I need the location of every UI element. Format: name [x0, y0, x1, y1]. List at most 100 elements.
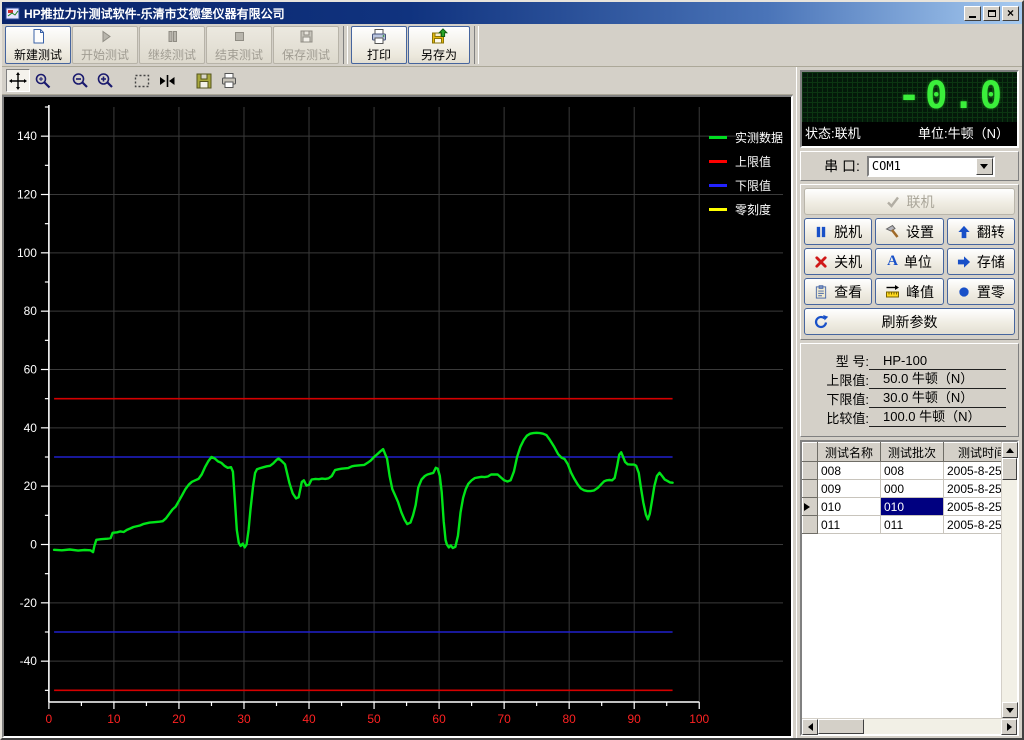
table-cell[interactable]: 2005-8-25 下午: [943, 461, 1001, 480]
vertical-scroll-thumb[interactable]: [1002, 458, 1017, 480]
close-icon: ×: [1006, 6, 1014, 20]
scroll-left-button[interactable]: [802, 719, 818, 735]
chart-area[interactable]: 140 120 100 80 60 40 20 0 -20 -40 0 10 20 30 40 50 60 70 8…: [2, 95, 793, 738]
save-test-label: 保存测试: [281, 47, 330, 62]
table-cell[interactable]: 010: [880, 497, 944, 516]
measured-data-series: [52, 431, 674, 554]
scroll-right-button[interactable]: [1001, 719, 1017, 735]
print-button[interactable]: 打印: [351, 26, 407, 64]
select-region-tool-button[interactable]: [130, 69, 154, 92]
col-test-batch[interactable]: 测试批次: [880, 442, 944, 462]
horizontal-scroll-thumb[interactable]: [818, 719, 864, 734]
zero-label: 置零: [976, 283, 1005, 300]
settings-button[interactable]: 设置: [875, 218, 944, 245]
view-button[interactable]: 查看: [804, 278, 873, 305]
y-axis-label: 140: [17, 129, 37, 143]
legend-item: 下限值: [708, 173, 783, 197]
table-cell[interactable]: 011: [817, 515, 881, 534]
zoom-out-icon: [72, 72, 88, 88]
end-test-button[interactable]: 结束测试: [206, 26, 272, 64]
table-cell[interactable]: 2005-8-25 下午: [943, 497, 1001, 516]
flip-button[interactable]: 翻转: [946, 218, 1015, 245]
y-axis-label: 40: [24, 421, 38, 435]
zoom-cursor-tool-button[interactable]: [31, 69, 55, 92]
col-test-time[interactable]: 测试时间: [943, 442, 1001, 462]
scroll-up-button[interactable]: [1002, 442, 1018, 458]
app-window: HP推拉力计测试软件-乐清市艾德堡仪器有限公司 × 新建测试 开始测试 继续测试…: [0, 0, 1024, 740]
start-test-button[interactable]: 开始测试: [72, 26, 138, 64]
window-title: HP推拉力计测试软件-乐清市艾德堡仪器有限公司: [24, 6, 285, 21]
refresh-params-button[interactable]: 刷新参数: [804, 308, 1015, 335]
new-test-button[interactable]: 新建测试: [5, 26, 71, 64]
restore-button[interactable]: [983, 5, 1000, 21]
close-button[interactable]: ×: [1002, 5, 1019, 21]
combo-dropdown-button[interactable]: [975, 157, 993, 175]
table-cell[interactable]: 010: [817, 497, 881, 516]
store-button[interactable]: 存储: [946, 248, 1015, 275]
zoom-out-tool-button[interactable]: [68, 69, 92, 92]
vertical-scrollbar[interactable]: [1001, 442, 1018, 718]
legend-label: 实测数据: [734, 130, 783, 145]
offline-label: 脱机: [834, 223, 863, 240]
table-cell[interactable]: 011: [880, 515, 944, 534]
connect-button[interactable]: 联机: [804, 188, 1015, 215]
serial-port-group: 串 口: COM1: [800, 151, 1019, 181]
print-chart-button[interactable]: [217, 69, 241, 92]
records-grid[interactable]: 测试名称 测试批次 测试时间 0080082005-8-25 下午0090002…: [802, 442, 1001, 534]
peak-button[interactable]: 峰值: [875, 278, 944, 305]
y-axis-label: 20: [24, 479, 38, 493]
table-cell[interactable]: 2005-8-25 下午: [943, 515, 1001, 534]
led-status-bar: 状态:联机 单位:牛顿（N）: [802, 122, 1017, 146]
save-test-button[interactable]: 保存测试: [273, 26, 339, 64]
serial-port-select[interactable]: COM1: [866, 155, 995, 177]
chevron-down-icon: [980, 163, 989, 169]
serial-port-label: 串 口:: [824, 158, 860, 174]
table-row[interactable]: 0110112005-8-25 下午: [802, 515, 1001, 534]
save-chart-button[interactable]: [192, 69, 216, 92]
minimize-button[interactable]: [964, 5, 981, 21]
led-display-box: -0.0 状态:联机 单位:牛顿（N）: [800, 70, 1019, 148]
y-axis-label: -20: [20, 596, 38, 610]
unit-button[interactable]: A 单位: [875, 248, 944, 275]
select-region-icon: [134, 74, 150, 87]
peak-label: 峰值: [905, 283, 934, 300]
fit-width-tool-button[interactable]: [155, 69, 179, 92]
check-icon: [886, 196, 899, 208]
lower-limit-value: 30.0 牛顿（N）: [869, 387, 1006, 408]
chart-svg: 140 120 100 80 60 40 20 0 -20 -40 0 10 20 30 40 50 60 70 8…: [17, 105, 784, 726]
y-axis-label: 120: [17, 187, 37, 201]
table-cell[interactable]: 2005-8-25 下午: [943, 479, 1001, 498]
end-test-label: 结束测试: [214, 47, 263, 62]
legend-swatch: [708, 183, 727, 187]
vertical-scroll-track[interactable]: [1002, 480, 1017, 702]
shutdown-button[interactable]: 关机: [804, 248, 873, 275]
store-label: 存储: [976, 253, 1005, 270]
legend-swatch: [708, 135, 727, 139]
col-test-name[interactable]: 测试名称: [817, 442, 881, 462]
table-row[interactable]: 0080082005-8-25 下午: [802, 461, 1001, 480]
continue-test-button[interactable]: 继续测试: [139, 26, 205, 64]
move-tool-button[interactable]: [6, 69, 30, 92]
new-test-label: 新建测试: [13, 47, 62, 62]
table-cell[interactable]: 000: [880, 479, 944, 498]
x-axis-label: 60: [432, 712, 446, 726]
horizontal-scroll-track[interactable]: [864, 719, 1001, 734]
save-as-button[interactable]: 另存为: [408, 26, 470, 64]
scroll-down-button[interactable]: [1002, 702, 1018, 718]
legend-item: 实测数据: [708, 125, 783, 149]
table-header-row: 测试名称 测试批次 测试时间: [802, 442, 1001, 462]
save-as-icon: [432, 27, 448, 43]
table-row[interactable]: 0100102005-8-25 下午: [802, 497, 1001, 516]
horizontal-scrollbar[interactable]: [802, 718, 1017, 735]
zoom-in-tool-button[interactable]: [93, 69, 117, 92]
zero-button[interactable]: 置零: [946, 278, 1015, 305]
ruler-icon: [885, 285, 899, 298]
table-cell[interactable]: 008: [817, 461, 881, 480]
table-clip: 测试名称 测试批次 测试时间 0080082005-8-25 下午0090002…: [802, 442, 1001, 718]
table-cell[interactable]: 009: [817, 479, 881, 498]
test-table-body: 0080082005-8-25 下午0090002005-8-25 下午0100…: [802, 461, 1001, 534]
table-row[interactable]: 0090002005-8-25 下午: [802, 479, 1001, 498]
chart-pane: 140 120 100 80 60 40 20 0 -20 -40 0 10 20 30 40 50 60 70 8…: [2, 67, 793, 738]
offline-button[interactable]: 脱机: [804, 218, 873, 245]
table-cell[interactable]: 008: [880, 461, 944, 480]
